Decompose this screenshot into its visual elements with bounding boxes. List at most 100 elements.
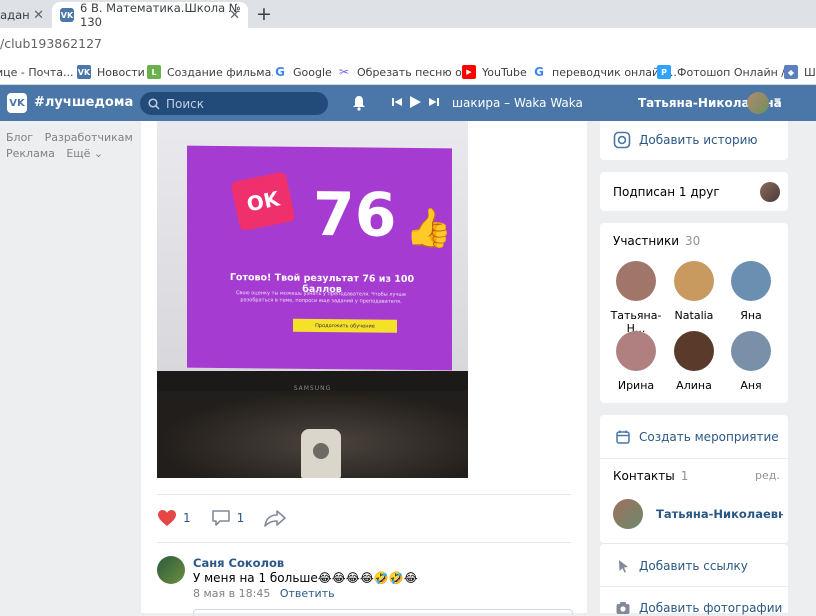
divider (157, 542, 571, 543)
left-footer-nav: Блог Разработчикам Реклама Ещё ⌄ (6, 130, 141, 162)
monitor-screen: OK 76 👍 Готово! Твой результат 76 из 100… (187, 145, 452, 371)
contacts-header[interactable]: Контакты 1 (613, 469, 688, 483)
contacts-edit-link[interactable]: ред. (755, 469, 780, 482)
wall-post: OK 76 👍 Готово! Твой результат 76 из 100… (141, 121, 587, 615)
avatar (731, 331, 771, 371)
result-subtext: Свою оценку ты можешь узнать у преподава… (235, 290, 407, 305)
google-icon: G (273, 65, 287, 79)
member-name: Алина (676, 379, 712, 392)
members-header[interactable]: Участники 30 (613, 234, 700, 248)
avatar (616, 331, 656, 371)
member-name: Natalia (674, 309, 714, 322)
subscribed-card[interactable]: Подписан 1 друг (600, 172, 788, 211)
search-input[interactable]: Поиск (140, 92, 328, 115)
search-placeholder: Поиск (166, 96, 205, 111)
chevron-down-icon[interactable]: ▼ (774, 97, 781, 107)
avatar[interactable] (157, 556, 185, 584)
create-event-label: Создать мероприятие (639, 430, 779, 444)
divider (600, 458, 788, 459)
avatar (616, 261, 656, 301)
nav-blog-link[interactable]: Блог (6, 131, 33, 144)
google-icon: G (532, 65, 546, 79)
avatar (731, 261, 771, 301)
member-item[interactable]: Алина (663, 331, 725, 392)
bookmark-label: Google (293, 65, 332, 79)
bookmark-school[interactable]: ◆ Шк (784, 63, 816, 81)
contact-name: Татьяна-Николаевна К... (656, 507, 783, 521)
likes-count: 1 (183, 511, 191, 525)
contact-item[interactable]: Татьяна-Николаевна К... (613, 499, 783, 529)
bookmark-google[interactable]: G Google (273, 63, 332, 81)
camera-icon (616, 602, 630, 614)
member-item[interactable]: Яна (720, 261, 782, 322)
bookmark-mail[interactable]: ице - Почта... (0, 63, 74, 81)
members-title: Участники (613, 234, 680, 248)
url-text[interactable]: /club193862127 (0, 36, 102, 51)
add-story-card: Добавить историю (600, 121, 788, 160)
bell-icon[interactable] (352, 95, 366, 111)
bookmark-translator[interactable]: G переводчик онлайн... (532, 63, 677, 81)
bookmark-film[interactable]: L Создание фильма... (147, 63, 282, 81)
create-event-button[interactable]: Создать мероприятие (615, 429, 779, 445)
vk-favicon-icon: VK (60, 8, 74, 22)
scissors-icon: ✂ (337, 65, 351, 79)
share-button[interactable] (264, 509, 287, 527)
avatar (674, 261, 714, 301)
reply-link[interactable]: Ответить (280, 587, 335, 600)
comment-author[interactable]: Саня Соколов (193, 556, 284, 570)
comment-date[interactable]: 8 мая в 18:45 (193, 587, 270, 600)
member-name: Ирина (617, 379, 655, 392)
continue-learning-button: Продолжить обучение (293, 318, 397, 333)
previous-icon[interactable] (392, 97, 402, 107)
share-icon (264, 510, 287, 527)
member-item[interactable]: Аня (720, 331, 782, 392)
browser-tab-1[interactable]: задан ✕ (0, 2, 50, 28)
bookmark-label: Фотошоп Онлайн /... (677, 65, 796, 79)
vk-logo-icon[interactable]: VK (7, 93, 27, 113)
post-photo[interactable]: OK 76 👍 Готово! Твой результат 76 из 100… (157, 121, 468, 478)
bookmark-cut-song[interactable]: ✂ Обрезать песню о... (337, 63, 472, 81)
play-icon[interactable] (410, 96, 421, 108)
bookmark-label: Обрезать песню о... (357, 65, 473, 79)
avatar[interactable] (747, 92, 769, 114)
nav-more-link[interactable]: Ещё ⌄ (66, 147, 103, 160)
bookmark-youtube[interactable]: ▶ YouTube (462, 63, 527, 81)
avatar[interactable] (760, 182, 780, 202)
comment-icon (211, 510, 230, 526)
next-icon[interactable] (429, 97, 439, 107)
members-count: 30 (685, 234, 701, 248)
contacts-count: 1 (680, 469, 689, 483)
address-bar[interactable]: /club193862127 (0, 28, 816, 59)
avatar (613, 499, 643, 529)
like-button[interactable]: 1 (157, 509, 191, 527)
bookmark-news[interactable]: VK Новости (77, 63, 145, 81)
ok-badge: OK (230, 171, 296, 232)
add-link-button[interactable]: Добавить ссылку (615, 558, 748, 574)
comment-button[interactable]: 1 (211, 509, 245, 527)
bookmark-label: Шк (804, 65, 816, 79)
bookmark-label: Новости (97, 65, 145, 79)
audio-player (392, 96, 439, 108)
nav-ads-link[interactable]: Реклама (6, 147, 55, 160)
member-name: Аня (740, 379, 762, 392)
member-item[interactable]: Natalia (663, 261, 725, 322)
webcam (301, 429, 341, 478)
close-icon[interactable]: ✕ (33, 8, 44, 23)
actions-card: Создать мероприятие Контакты 1 ред. Татья… (600, 415, 788, 543)
nav-developers-link[interactable]: Разработчикам (45, 131, 133, 144)
current-track[interactable]: шакира – Waka Waka (452, 96, 583, 110)
add-story-label: Добавить историю (639, 133, 758, 147)
member-item[interactable]: Ирина (605, 331, 667, 392)
close-icon[interactable]: ✕ (229, 8, 240, 23)
add-story-button[interactable]: Добавить историю (613, 131, 757, 149)
browser-tab-active[interactable]: VK 6 В. Математика.Школа № 130 ✕ (52, 1, 248, 29)
member-item[interactable]: Татьяна-Н... (605, 261, 667, 335)
new-tab-button[interactable]: + (256, 3, 272, 25)
add-photos-button[interactable]: Добавить фотографии (615, 600, 782, 616)
vk-hashtag[interactable]: #лучшедома (34, 95, 133, 110)
avatar (674, 331, 714, 371)
comments-count: 1 (236, 511, 245, 525)
tab-title: задан (0, 8, 30, 22)
bookmark-photoshop[interactable]: P Фотошоп Онлайн /... (657, 63, 795, 81)
reply-input[interactable] (193, 609, 573, 615)
